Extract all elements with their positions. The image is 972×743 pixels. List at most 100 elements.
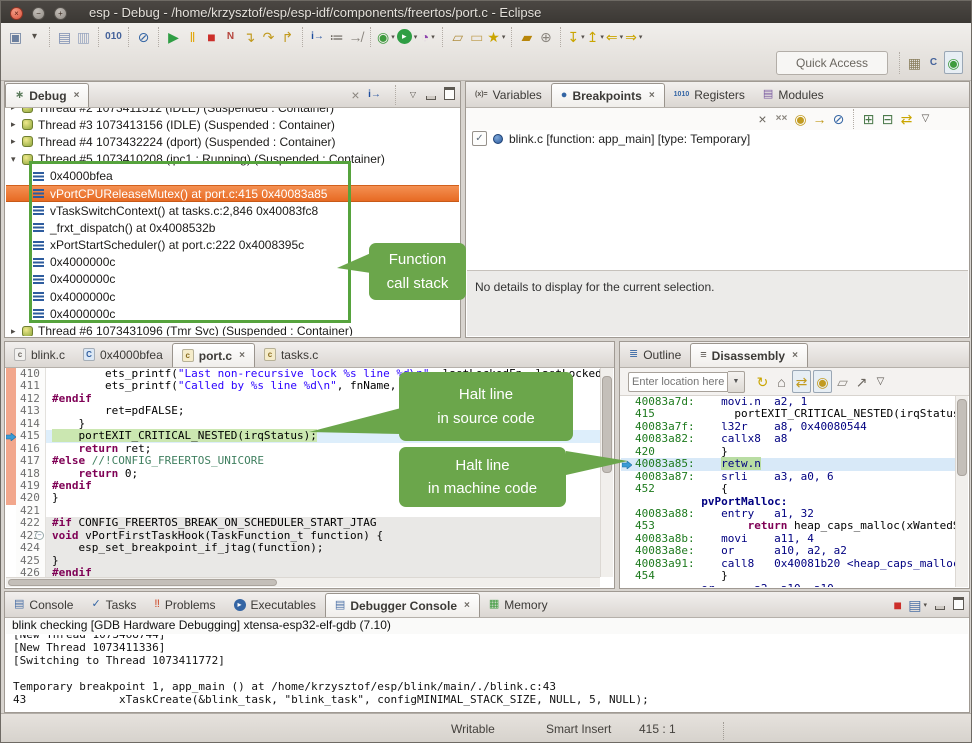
tab-tasks[interactable]: ✓Tasks bbox=[82, 592, 145, 617]
fold-icon[interactable]: − bbox=[35, 531, 44, 540]
tab-0x4000bfea[interactable]: C0x4000bfea bbox=[74, 342, 172, 367]
show-breakpoints-for-icon[interactable]: ◉ bbox=[792, 109, 809, 130]
skip-breakpoints-icon[interactable]: ⊘ bbox=[830, 109, 847, 130]
minimize-icon[interactable] bbox=[934, 599, 946, 610]
view-menu-icon[interactable]: ▽ bbox=[917, 109, 934, 130]
tab-disassembly[interactable]: ≡Disassembly× bbox=[690, 343, 808, 367]
thread-row[interactable]: ▸Thread #4 1073432224 (dport) (Suspended… bbox=[6, 133, 459, 150]
dropdown-icon[interactable]: ▾ bbox=[639, 33, 643, 41]
profile-icon[interactable]: ◔▾ bbox=[419, 26, 436, 47]
dropdown-icon[interactable]: ▾ bbox=[600, 33, 604, 41]
thread-row[interactable]: ▸Thread #3 1073413156 (IDLE) (Suspended … bbox=[6, 116, 459, 133]
disasm-vertical-scrollbar[interactable] bbox=[955, 396, 968, 587]
go-into-icon[interactable]: ↥▾ bbox=[587, 26, 604, 47]
maximize-icon[interactable] bbox=[952, 599, 964, 610]
save-all-icon[interactable]: ▥ bbox=[75, 26, 92, 47]
skip-all-breakpoints-icon[interactable]: ⊘ bbox=[135, 26, 152, 47]
debug-icon[interactable]: ◉▾ bbox=[377, 26, 395, 47]
go-to-file-icon[interactable]: → bbox=[811, 109, 828, 130]
tab-breakpoints[interactable]: ●Breakpoints× bbox=[551, 83, 665, 107]
dropdown-icon[interactable]: ▾ bbox=[414, 33, 418, 41]
mark-occurrences-icon[interactable]: ▰ bbox=[518, 26, 535, 47]
tab-outline[interactable]: ≣Outline bbox=[620, 342, 690, 367]
scroll-thumb[interactable] bbox=[8, 579, 277, 586]
close-icon[interactable]: × bbox=[792, 350, 798, 361]
expander-icon[interactable]: ▾ bbox=[11, 154, 22, 165]
maximize-button[interactable]: + bbox=[54, 7, 67, 20]
tab-debug[interactable]: ∗ Debug × bbox=[5, 83, 89, 107]
suspend-icon[interactable]: ‖ bbox=[184, 26, 201, 47]
tab-variables[interactable]: (x)=Variables bbox=[466, 82, 551, 107]
collapse-all-icon[interactable]: ⊟ bbox=[879, 109, 896, 130]
track-expression-icon[interactable]: ◉ bbox=[813, 370, 832, 393]
new-view-icon[interactable]: ▱ bbox=[834, 371, 851, 392]
search-icon[interactable]: ★▾ bbox=[487, 26, 505, 47]
open-resource-icon[interactable]: ▭ bbox=[468, 26, 485, 47]
console-output[interactable]: [New Thread 1073468744] [New Thread 1073… bbox=[6, 635, 968, 711]
tab-executables[interactable]: ▸Executables bbox=[225, 592, 325, 617]
disassembly-listing[interactable]: 40083a7d: movi.n a2, 1415 portEXIT_CRITI… bbox=[621, 396, 955, 587]
disconnect-icon[interactable]: N bbox=[222, 26, 239, 47]
cpp-perspective-icon[interactable]: C bbox=[925, 52, 942, 73]
close-icon[interactable]: × bbox=[464, 600, 470, 611]
instruction-stepping-icon[interactable]: i→ bbox=[309, 26, 326, 47]
step-return-icon[interactable]: ↱ bbox=[279, 26, 296, 47]
breakpoint-checkbox[interactable]: ✓ bbox=[472, 131, 487, 146]
expander-icon[interactable]: ▸ bbox=[11, 108, 22, 113]
tab-memory[interactable]: ▦Memory bbox=[480, 592, 557, 617]
maximize-icon[interactable] bbox=[443, 89, 455, 100]
dropdown-icon[interactable]: ▾ bbox=[431, 33, 435, 41]
location-input[interactable] bbox=[628, 372, 728, 392]
save-icon[interactable]: ▤ bbox=[56, 26, 73, 47]
open-perspective-icon[interactable]: ▦ bbox=[906, 52, 923, 73]
minimize-icon[interactable] bbox=[425, 89, 437, 100]
open-element-icon[interactable]: ▱ bbox=[449, 26, 466, 47]
tab-blink-c[interactable]: cblink.c bbox=[5, 342, 74, 367]
remove-all-breakpoints-icon[interactable]: ×× bbox=[773, 109, 790, 130]
tab-modules[interactable]: ▤Modules bbox=[754, 82, 833, 107]
dropdown-icon[interactable]: ▾ bbox=[620, 33, 624, 41]
expander-icon[interactable]: ▸ bbox=[11, 326, 22, 336]
step-into-icon[interactable]: ↴ bbox=[241, 26, 258, 47]
remove-breakpoint-icon[interactable]: × bbox=[754, 109, 771, 130]
terminate-console-icon[interactable]: ■ bbox=[889, 594, 906, 615]
binary-console-icon[interactable]: 010 bbox=[105, 26, 122, 47]
tab-problems[interactable]: ‼Problems bbox=[145, 592, 224, 617]
dropdown-icon[interactable]: ▾ bbox=[581, 33, 585, 41]
tab-console[interactable]: ▤Console bbox=[5, 592, 82, 617]
last-edit-location-icon[interactable]: ↧▾ bbox=[567, 26, 584, 47]
tab-tasks-c[interactable]: ctasks.c bbox=[255, 342, 327, 367]
dropdown-icon[interactable]: ▾ bbox=[923, 601, 927, 609]
back-icon[interactable]: ⇐▾ bbox=[606, 26, 623, 47]
terminate-icon[interactable]: ■ bbox=[203, 26, 220, 47]
run-icon[interactable]: ▸▾ bbox=[397, 26, 418, 47]
tab-registers[interactable]: 1010Registers bbox=[665, 82, 754, 107]
location-dropdown-icon[interactable]: ▼ bbox=[728, 371, 745, 393]
minimize-button[interactable]: − bbox=[32, 7, 45, 20]
home-icon[interactable]: ⌂ bbox=[773, 371, 790, 392]
expander-icon[interactable]: ▸ bbox=[11, 119, 22, 130]
thread-row[interactable]: ▸Thread #2 1073411512 (IDLE) (Suspended … bbox=[6, 108, 459, 116]
view-menu-icon[interactable]: ▽ bbox=[407, 89, 419, 100]
thread-row[interactable]: ▸Thread #6 1073431096 (Tmr Svc) (Suspend… bbox=[6, 322, 459, 336]
link-with-debug-icon[interactable]: ⇄ bbox=[898, 109, 915, 130]
display-console-icon[interactable]: ▤▾ bbox=[908, 594, 927, 615]
scroll-thumb[interactable] bbox=[957, 399, 967, 476]
show-debug-columns-icon[interactable]: ≔ bbox=[328, 26, 345, 47]
editor-horizontal-scrollbar[interactable] bbox=[6, 577, 600, 587]
quick-access-button[interactable]: Quick Access bbox=[776, 51, 888, 75]
expand-all-icon[interactable]: ⊞ bbox=[860, 109, 877, 130]
refresh-icon[interactable]: ↻ bbox=[754, 371, 771, 392]
tab-debugger-console[interactable]: ▤Debugger Console× bbox=[325, 593, 480, 617]
expander-icon[interactable]: ▸ bbox=[11, 136, 22, 147]
close-icon[interactable]: × bbox=[74, 90, 80, 101]
remove-terminated-icon[interactable]: × bbox=[347, 84, 364, 105]
sync-with-pc-icon[interactable]: ⇄ bbox=[792, 370, 811, 393]
close-icon[interactable]: × bbox=[649, 90, 655, 101]
step-over-icon[interactable]: ↷ bbox=[260, 26, 277, 47]
instruction-stepping-toggle-icon[interactable]: i→ bbox=[366, 84, 383, 105]
debug-perspective-icon[interactable]: ◉ bbox=[944, 51, 963, 74]
dropdown-icon[interactable]: ▾ bbox=[502, 33, 506, 41]
view-menu-icon[interactable]: ▽ bbox=[872, 371, 889, 392]
breakpoint-row[interactable]: ✓ blink.c [function: app_main] [type: Te… bbox=[472, 131, 750, 146]
